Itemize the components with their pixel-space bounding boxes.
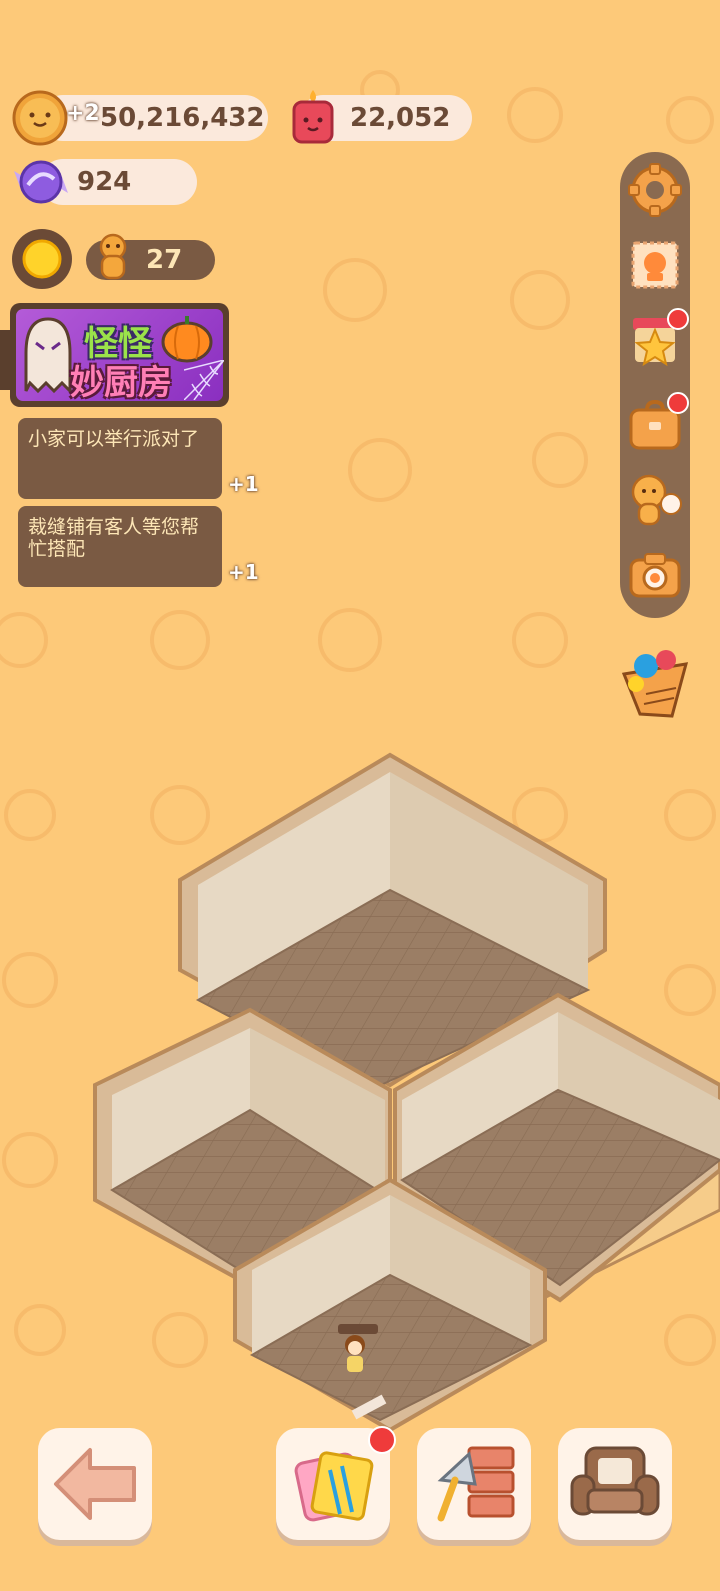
banner-hanger (0, 330, 14, 390)
stamp-icon[interactable] (627, 237, 683, 293)
build-button[interactable] (417, 1428, 531, 1540)
quest-card[interactable]: 裁缝铺有客人等您帮忙搭配 (18, 506, 222, 587)
friends-icon[interactable] (627, 472, 683, 528)
cookie-bonus: +2 (66, 101, 100, 126)
quest-text: 小家可以举行派对了 (28, 428, 200, 450)
shop-notification-badge (667, 308, 689, 330)
quest-card[interactable]: 小家可以举行派对了 (18, 418, 222, 499)
camera-icon[interactable] (627, 548, 683, 604)
quest-reward: +1 (228, 560, 259, 584)
ghost-icon (24, 317, 72, 395)
sofa-icon (570, 1446, 660, 1516)
gingerbread-value: 27 (146, 245, 183, 275)
quest-text: 裁缝铺有客人等您帮忙搭配 (28, 516, 200, 560)
red-candle-icon (292, 90, 334, 144)
furniture-button[interactable] (558, 1428, 672, 1540)
back-button[interactable] (38, 1428, 152, 1540)
wallpaper-icon (294, 1451, 374, 1522)
cookie-value: 50,216,432 (100, 103, 265, 133)
gift-basket-icon[interactable] (616, 644, 694, 720)
banner-title-line2: 妙厨房 (70, 363, 172, 403)
quest-reward: +1 (228, 472, 259, 496)
candy-value: 924 (77, 167, 132, 197)
house-rooms[interactable] (80, 740, 720, 1440)
purple-candy-icon (14, 160, 68, 204)
bag-notification-badge (667, 392, 689, 414)
sun-icon (22, 239, 62, 279)
spiderweb-icon (184, 360, 224, 400)
arrow-left-icon (54, 1448, 136, 1520)
gear-icon[interactable] (627, 162, 683, 218)
wallpaper-notification-badge (368, 1426, 396, 1454)
gingerbread-icon (99, 233, 127, 280)
trowel-brick-icon (437, 1446, 515, 1522)
candle-value: 22,052 (350, 103, 451, 133)
cookie-face-icon (12, 90, 68, 146)
